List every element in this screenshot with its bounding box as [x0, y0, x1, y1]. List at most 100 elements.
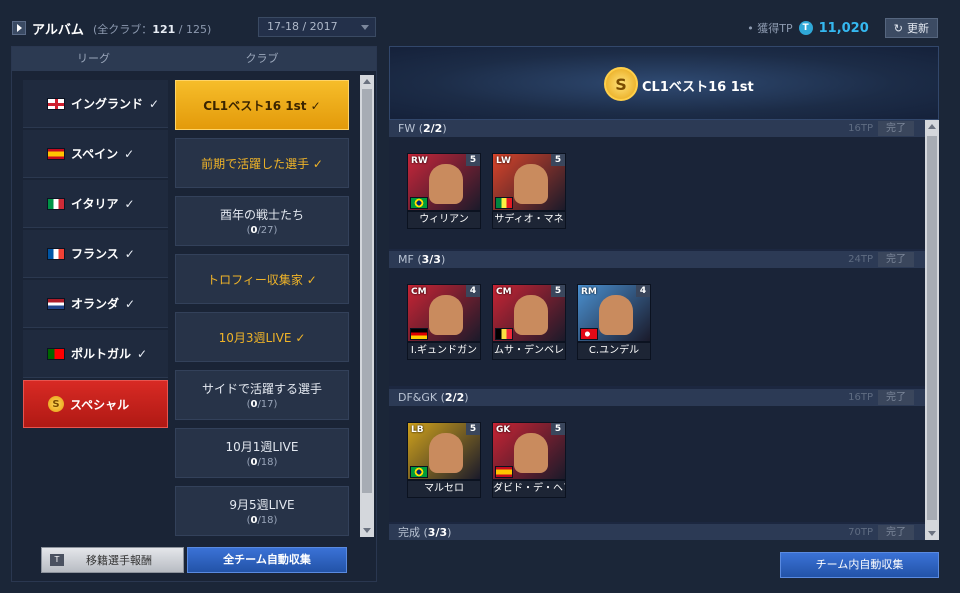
player-portrait: LB 5	[407, 422, 481, 480]
league-item-italy[interactable]: イタリア ✓	[23, 180, 168, 228]
club-item[interactable]: トロフィー収集家 ✓	[175, 254, 349, 304]
check-icon: ✓	[124, 246, 135, 261]
club-item[interactable]: サイドで活躍する選手 (0/17)	[175, 370, 349, 420]
germany-flag-icon	[410, 328, 428, 340]
league-item-england[interactable]: イングランド ✓	[23, 80, 168, 128]
player-card[interactable]: GK 5 ダビド・デ・ヘア	[492, 422, 566, 500]
player-portrait: RW 5	[407, 153, 481, 211]
tp-label: • 獲得TP	[747, 22, 793, 35]
club-progress: (0/17)	[246, 399, 278, 410]
album-collapse-button[interactable]	[12, 21, 26, 35]
top-bar: アルバム (全クラブ：121 / 125) 17-18 / 2017 • 獲得T…	[0, 0, 960, 44]
league-item-france[interactable]: フランス ✓	[23, 230, 168, 278]
england-flag-icon	[47, 97, 65, 110]
club-item[interactable]: 前期で活躍した選手 ✓	[175, 138, 349, 188]
position-label: LB	[411, 425, 424, 435]
player-face	[599, 295, 633, 335]
position-label: LW	[496, 156, 511, 166]
player-portrait: CM 5	[492, 284, 566, 342]
club-item[interactable]: 9月5週LIVE (0/18)	[175, 486, 349, 536]
player-portrait: LW 5	[492, 153, 566, 211]
club-item[interactable]: CL1ベスト16 1st ✓	[175, 80, 349, 130]
player-card[interactable]: LB 5 マルセロ	[407, 422, 481, 500]
player-name: マルセロ	[407, 480, 481, 498]
section-body: RW 5 ウィリアン LW 5 サディオ・マネ	[389, 137, 925, 249]
tp-icon: T	[798, 21, 813, 35]
arrow-down-icon[interactable]	[928, 531, 936, 536]
section-header: FW (2/2) 16TP 完了	[389, 120, 925, 137]
player-card[interactable]: RW 5 ウィリアン	[407, 153, 481, 231]
league-item-netherlands[interactable]: オランダ ✓	[23, 280, 168, 328]
player-card[interactable]: CM 4 I.ギュンドガン	[407, 284, 481, 362]
player-name: ムサ・デンベレ	[492, 342, 566, 360]
league-item-portugal[interactable]: ポルトガル ✓	[23, 330, 168, 378]
selector-header: リーグ クラブ	[12, 47, 376, 71]
club-title: CL1ベスト16 1st	[642, 80, 754, 95]
season-select[interactable]: 17-18 / 2017	[258, 17, 376, 37]
rank-badge: 5	[551, 154, 565, 166]
section-header: 完成 (3/3) 70TP 完了	[389, 524, 925, 540]
check-icon: ✓	[137, 346, 148, 361]
section-tp: 24TP	[848, 254, 873, 265]
arrow-up-icon[interactable]	[928, 124, 936, 129]
club-list-scrollbar[interactable]	[360, 75, 374, 537]
league-item-special[interactable]: S スペシャル	[23, 380, 168, 428]
club-item[interactable]: 酉年の戦士たち (0/27)	[175, 196, 349, 246]
arrow-down-icon[interactable]	[363, 528, 371, 533]
refresh-button[interactable]: ↻ 更新	[884, 18, 938, 38]
album-title: アルバム	[32, 23, 84, 38]
album-club-count: (全クラブ：121 / 125)	[93, 23, 212, 36]
section-tp: 70TP	[848, 527, 873, 538]
league-item-spain[interactable]: スペイン ✓	[23, 130, 168, 178]
belgium-flag-icon	[495, 328, 513, 340]
player-name: I.ギュンドガン	[407, 342, 481, 360]
player-card[interactable]: CM 5 ムサ・デンベレ	[492, 284, 566, 362]
player-face	[514, 164, 548, 204]
rank-badge: 5	[551, 423, 565, 435]
position-label: RW	[411, 156, 428, 166]
section-header: MF (3/3) 24TP 完了	[389, 251, 925, 268]
league-list: イングランド ✓ スペイン ✓ イタリア ✓ フランス ✓ オランダ ✓ ポルトガル ✓ S…	[23, 80, 168, 430]
player-collection-panel: FW (2/2) 16TP 完了 RW 5 ウィリアン LW 5 サディオ・マネ MF (3/3)…	[389, 120, 925, 540]
auto-collect-all-button[interactable]: 全チーム自動収集	[187, 547, 347, 573]
position-label: CM	[411, 287, 427, 297]
player-card[interactable]: RM 4 C.ユンデル	[577, 284, 651, 362]
club-item[interactable]: 10月1週LIVE (0/18)	[175, 428, 349, 478]
player-name: C.ユンデル	[577, 342, 651, 360]
spain-flag-icon	[495, 466, 513, 478]
check-icon: ✓	[124, 196, 135, 211]
scrollbar-thumb[interactable]	[362, 89, 372, 493]
refresh-icon: ↻	[893, 21, 903, 35]
player-card[interactable]: LW 5 サディオ・マネ	[492, 153, 566, 231]
arrow-up-icon[interactable]	[363, 79, 371, 84]
section-tp: 16TP	[848, 392, 873, 403]
section-tp: 16TP	[848, 123, 873, 134]
brazil-flag-icon	[410, 197, 428, 209]
player-name: ダビド・デ・ヘア	[492, 480, 566, 498]
league-column-header: リーグ	[77, 52, 110, 65]
check-icon: ✓	[125, 296, 136, 311]
section-body: LB 5 マルセロ GK 5 ダビド・デ・ヘア	[389, 406, 925, 522]
check-icon: ✓	[124, 146, 135, 161]
collection-scrollbar[interactable]	[925, 120, 939, 540]
player-face	[429, 295, 463, 335]
section-body: CM 4 I.ギュンドガン CM 5 ムサ・デンベレ RM 4 C.ユンデル	[389, 268, 925, 386]
chevron-down-icon	[361, 25, 369, 30]
club-progress: (0/27)	[246, 225, 278, 236]
team-auto-collect-button[interactable]: チーム内自動収集	[780, 552, 939, 578]
done-badge: 完了	[878, 390, 914, 405]
section-header: DF&GK (2/2) 16TP 完了	[389, 389, 925, 406]
senegal-flag-icon	[495, 197, 513, 209]
france-flag-icon	[47, 247, 65, 260]
album-selector-panel: リーグ クラブ イングランド ✓ スペイン ✓ イタリア ✓ フランス ✓ オランダ ✓ …	[11, 46, 377, 582]
brazil-flag-icon	[410, 466, 428, 478]
done-badge: 完了	[878, 525, 914, 540]
player-name: サディオ・マネ	[492, 211, 566, 229]
club-progress: (0/18)	[246, 457, 278, 468]
club-item[interactable]: 10月3週LIVE ✓	[175, 312, 349, 362]
italy-flag-icon	[47, 197, 65, 210]
scrollbar-thumb[interactable]	[927, 136, 937, 520]
transfer-reward-button[interactable]: T 移籍選手報酬	[41, 547, 184, 573]
rank-badge: 5	[466, 154, 480, 166]
player-face	[429, 433, 463, 473]
